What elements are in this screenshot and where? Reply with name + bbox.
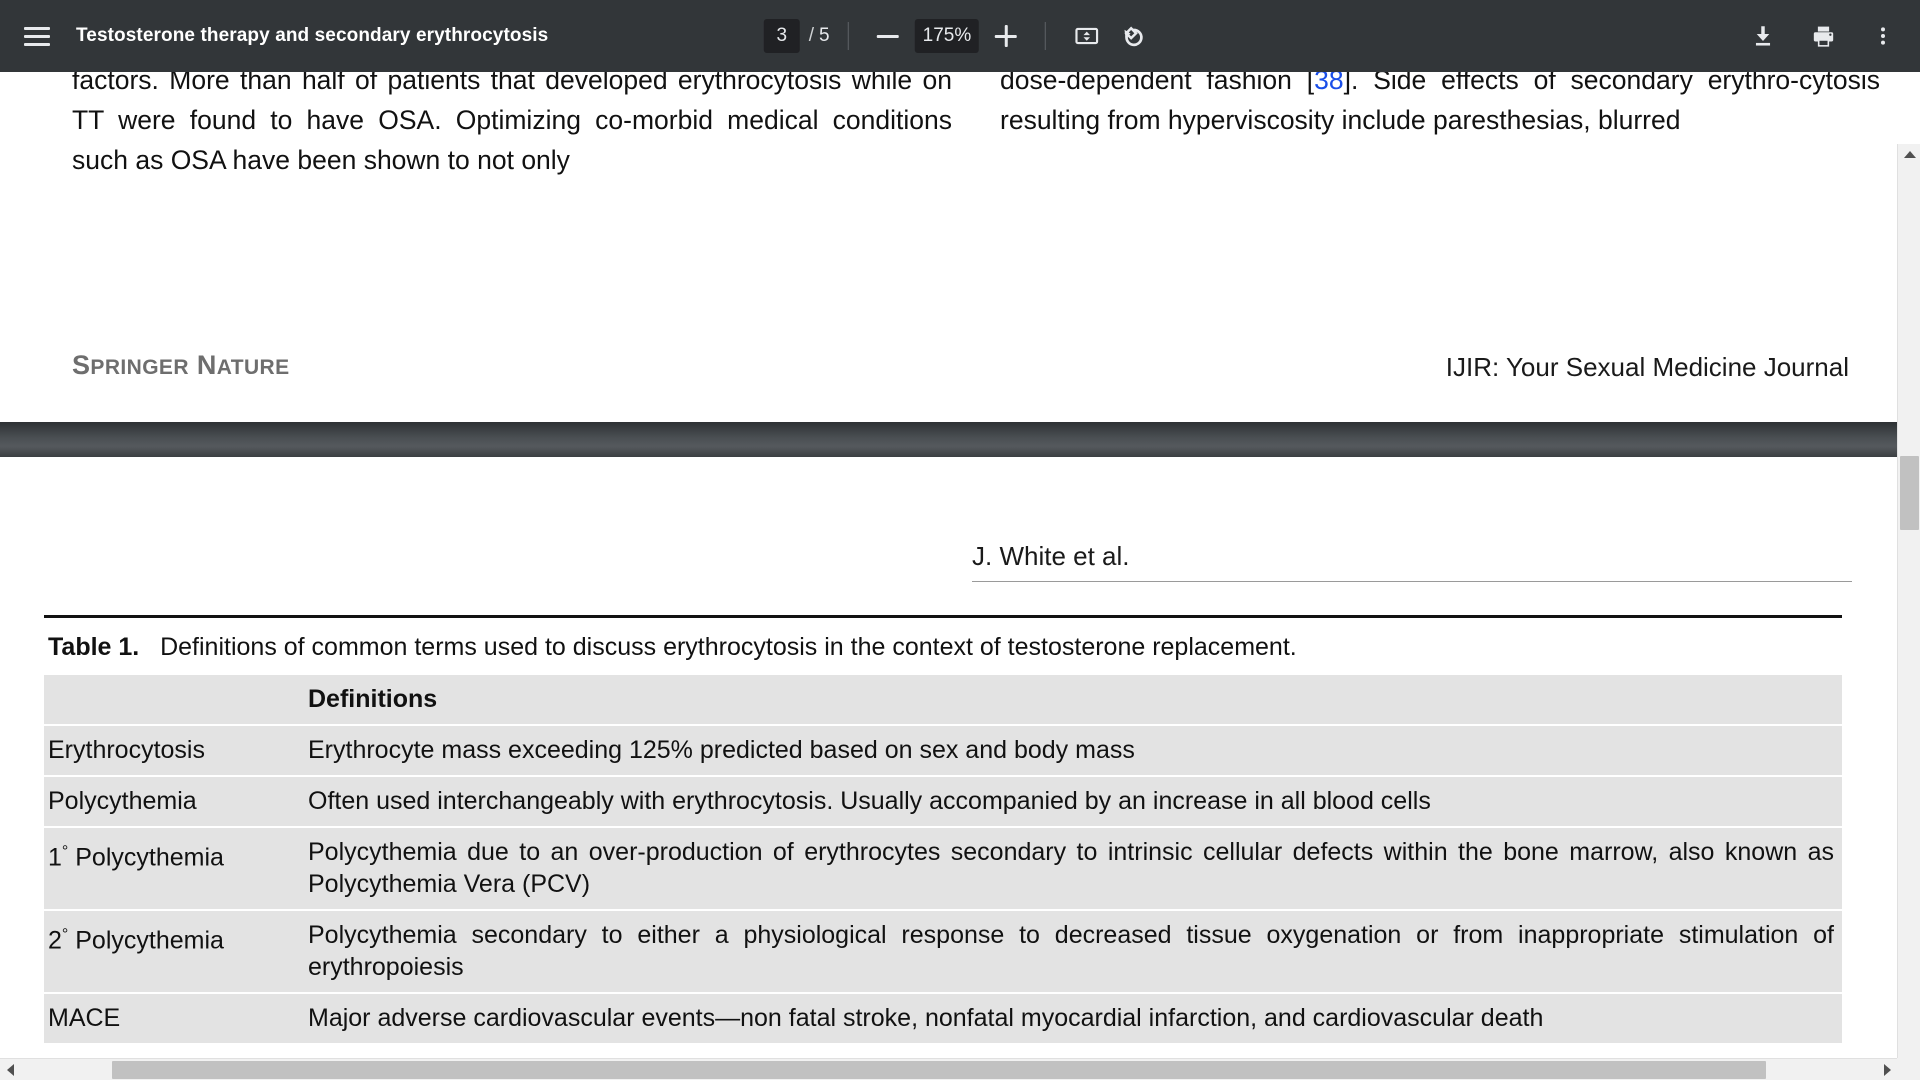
document-title: Testosterone therapy and secondary eryth… <box>76 25 548 47</box>
vertical-scrollbar-thumb[interactable] <box>1900 456 1919 530</box>
horizontal-scrollbar[interactable] <box>0 1058 1920 1080</box>
springer-nature-logo: SPRINGER NATURE <box>72 350 290 381</box>
running-head-authors: J. White et al. <box>972 541 1852 582</box>
logo-part-ature: ATURE <box>217 356 290 379</box>
column-header-definitions: Definitions <box>296 675 1842 725</box>
scroll-up-button[interactable] <box>1898 144 1920 165</box>
logo-part-n: N <box>197 350 217 380</box>
pdf-viewer-toolbar: Testosterone therapy and secondary eryth… <box>0 0 1920 72</box>
right-column-text-before-ref: dose-dependent fashion [ <box>1000 72 1314 95</box>
journal-name: IJIR: Your Sexual Medicine Journal <box>1446 352 1849 383</box>
download-icon <box>1750 23 1776 49</box>
rotate-counterclockwise-icon <box>1120 23 1147 50</box>
table-body: Erythrocytosis Erythrocyte mass exceedin… <box>44 725 1842 1044</box>
scroll-right-button[interactable] <box>1877 1059 1898 1081</box>
page3-left-column-text: factors. More than half of patients that… <box>72 72 952 180</box>
vertical-scrollbar[interactable] <box>1897 144 1920 1080</box>
zoom-in-button[interactable] <box>985 15 1027 57</box>
term-number: 1 <box>48 843 62 871</box>
zoom-out-button[interactable] <box>867 15 909 57</box>
table-row: 1° Polycythemia Polycythemia due to an o… <box>44 827 1842 910</box>
zoom-level-input[interactable]: 175% <box>915 19 980 53</box>
term-cell: MACE <box>44 993 296 1044</box>
column-header-term <box>44 675 296 725</box>
toolbar-divider-1 <box>848 22 849 50</box>
scroll-right-arrow-icon <box>1884 1064 1891 1076</box>
page3-right-column-text: dose-dependent fashion [38]. Side effect… <box>1000 72 1880 140</box>
term-suffix: Polycythemia <box>68 843 224 871</box>
sidebar-toggle-button[interactable] <box>14 13 60 59</box>
table-label: Table 1. <box>48 633 139 661</box>
term-cell: Erythrocytosis <box>44 725 296 776</box>
minus-icon <box>877 35 899 38</box>
toolbar-divider-2 <box>1045 22 1046 50</box>
definition-cell: Often used interchangeably with erythroc… <box>296 776 1842 827</box>
table-header-row: Definitions <box>44 675 1842 725</box>
plus-icon <box>995 25 1017 47</box>
pdf-page-4: J. White et al. Table 1. Definitions of … <box>0 457 1897 1058</box>
page-separator-gap <box>0 422 1897 457</box>
pdf-pages-container: factors. More than half of patients that… <box>0 72 1897 1058</box>
definition-cell: Erythrocyte mass exceeding 125% predicte… <box>296 725 1842 776</box>
print-icon <box>1810 23 1837 50</box>
more-options-icon <box>1871 24 1895 48</box>
table-row: MACE Major adverse cardiovascular events… <box>44 993 1842 1044</box>
table-row: 2° Polycythemia Polycythemia secondary t… <box>44 910 1842 993</box>
logo-part-pringer: PRINGER <box>90 356 188 379</box>
page-and-zoom-controls: 3 / 5 175% <box>764 0 1156 72</box>
scrollbar-corner <box>1897 1058 1920 1080</box>
term-number: 2 <box>48 926 62 954</box>
scroll-left-arrow-icon <box>7 1064 14 1076</box>
table-header: Definitions <box>44 675 1842 725</box>
pdf-viewer-area[interactable]: factors. More than half of patients that… <box>0 72 1920 1080</box>
table-1: Definitions Erythrocytosis Erythrocyte m… <box>44 675 1842 1045</box>
hamburger-menu-icon <box>24 27 50 46</box>
page-total-count: 5 <box>819 25 830 47</box>
rotate-counterclockwise-button[interactable] <box>1110 13 1156 59</box>
definition-cell: Polycythemia due to an over-production o… <box>296 827 1842 910</box>
logo-part-s: S <box>72 350 90 380</box>
table-caption-text: Definitions of common terms used to disc… <box>160 633 1297 661</box>
definition-cell: Polycythemia secondary to either a physi… <box>296 910 1842 993</box>
fit-to-page-icon <box>1074 23 1100 49</box>
table-1-caption: Table 1. Definitions of common terms use… <box>44 618 1842 675</box>
table-1-block: Table 1. Definitions of common terms use… <box>44 615 1842 1045</box>
term-cell: Polycythemia <box>44 776 296 827</box>
term-cell: 2° Polycythemia <box>44 910 296 993</box>
definition-cell: Major adverse cardiovascular events—non … <box>296 993 1842 1044</box>
page-separator: / <box>809 25 814 47</box>
download-button[interactable] <box>1740 13 1786 59</box>
page-number-input[interactable]: 3 <box>764 19 800 53</box>
scroll-up-arrow-icon <box>1904 151 1916 158</box>
fit-to-page-button[interactable] <box>1064 13 1110 59</box>
more-options-button[interactable] <box>1860 13 1906 59</box>
horizontal-scrollbar-thumb[interactable] <box>112 1061 1766 1079</box>
table-row: Erythrocytosis Erythrocyte mass exceedin… <box>44 725 1842 776</box>
term-cell: 1° Polycythemia <box>44 827 296 910</box>
toolbar-right-actions <box>1740 0 1906 72</box>
pdf-page-3: factors. More than half of patients that… <box>0 72 1897 422</box>
term-suffix: Polycythemia <box>68 926 224 954</box>
table-row: Polycythemia Often used interchangeably … <box>44 776 1842 827</box>
scroll-left-button[interactable] <box>0 1059 21 1081</box>
reference-link-38[interactable]: 38 <box>1314 72 1343 95</box>
print-button[interactable] <box>1800 13 1846 59</box>
